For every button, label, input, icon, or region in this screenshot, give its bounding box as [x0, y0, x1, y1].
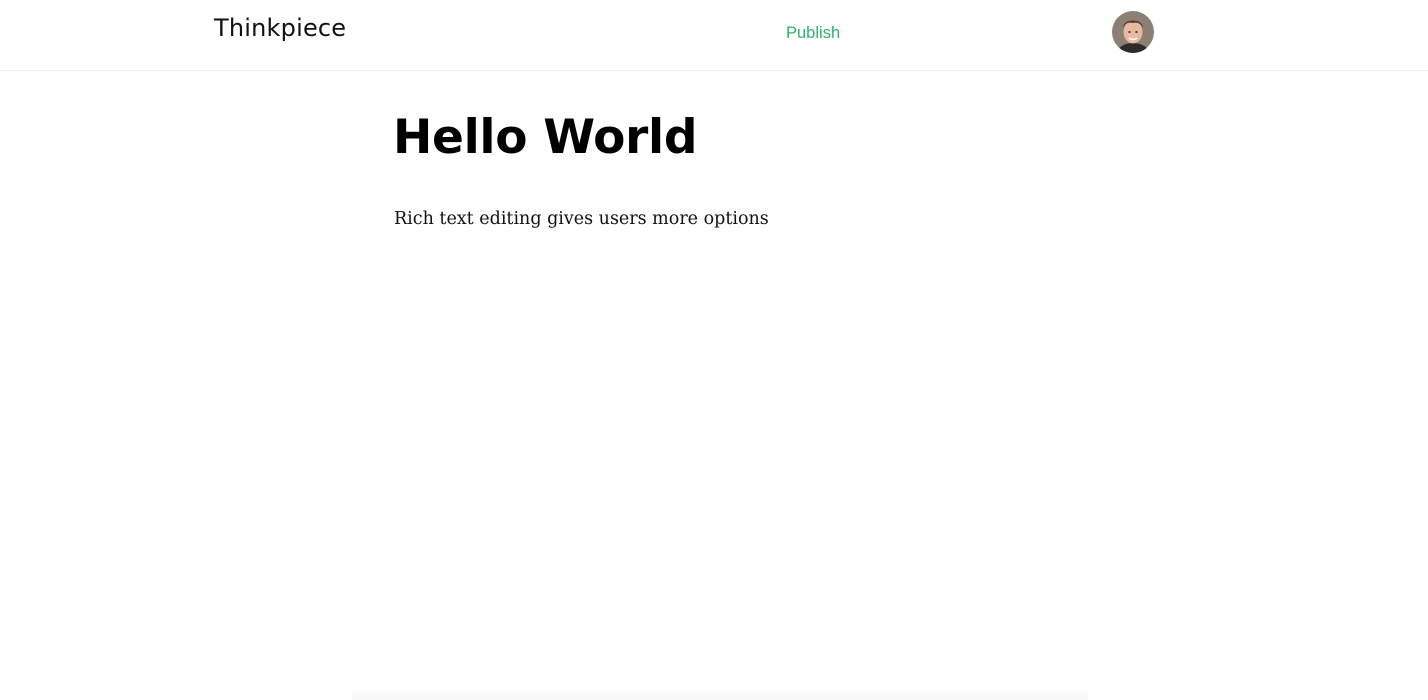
post-editor: Hello World Rich text editing gives user…: [393, 100, 1093, 229]
post-title-editable[interactable]: Hello World: [393, 100, 1093, 176]
bottom-toolbar-edge: [352, 688, 1088, 700]
top-navigation-bar: Thinkpiece Publish: [0, 0, 1428, 71]
brand-logo-text[interactable]: Thinkpiece: [214, 14, 346, 42]
avatar-photo-icon: [1112, 11, 1154, 53]
user-avatar[interactable]: [1112, 11, 1154, 53]
post-body-editable[interactable]: Rich text editing gives users more optio…: [394, 206, 769, 232]
publish-button[interactable]: Publish: [786, 24, 840, 43]
